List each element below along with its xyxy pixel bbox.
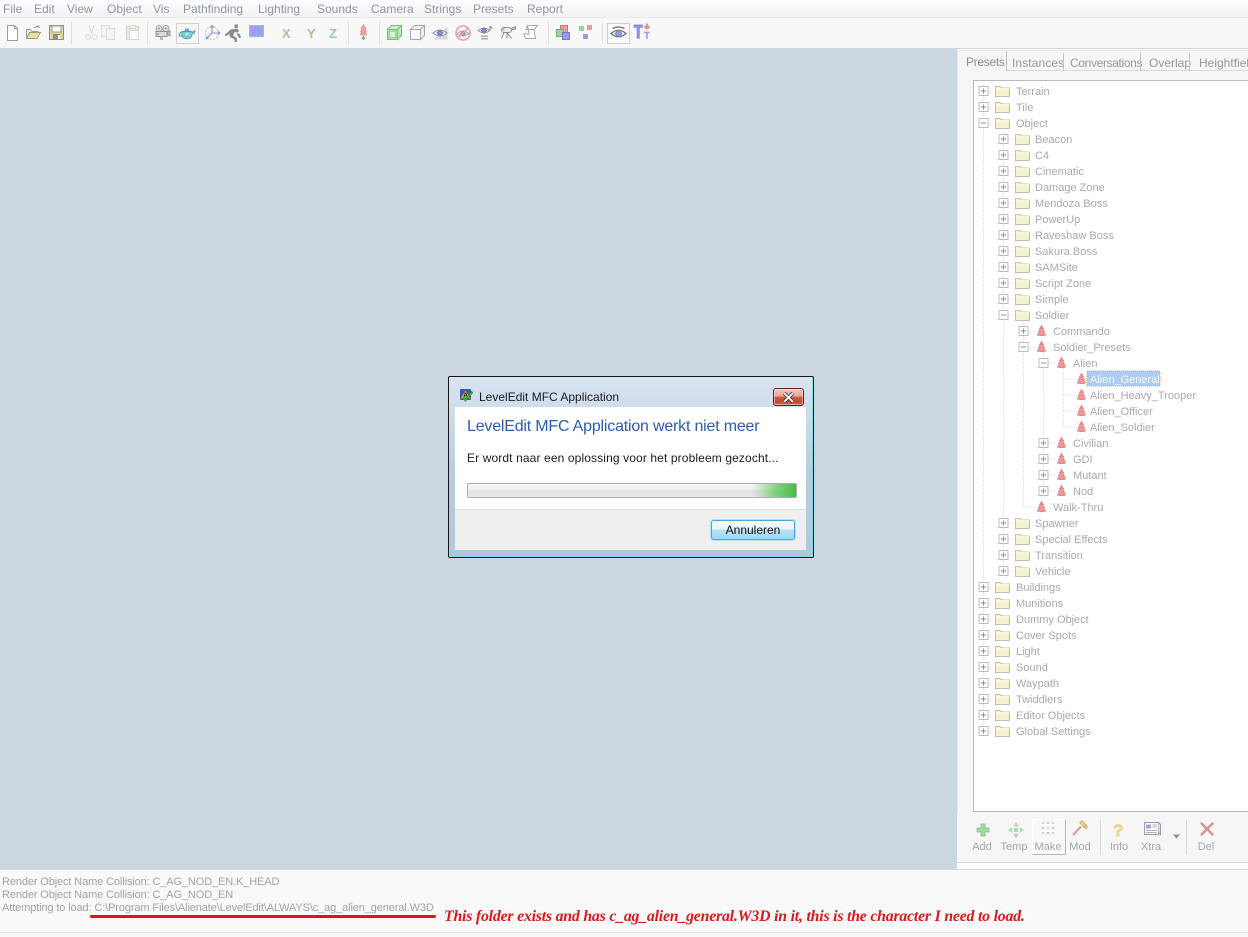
svg-text:Cover Spots: Cover Spots xyxy=(1016,630,1077,642)
svg-text:Alien_Officer: Alien_Officer xyxy=(1090,406,1153,418)
svg-text:Make: Make xyxy=(1035,841,1062,853)
svg-text:Walk-Thru: Walk-Thru xyxy=(1053,502,1103,514)
svg-text:Editor Objects: Editor Objects xyxy=(1016,710,1086,722)
svg-text:Dummy Object: Dummy Object xyxy=(1016,614,1089,626)
svg-text:Y: Y xyxy=(307,26,316,41)
svg-text:C4: C4 xyxy=(1035,150,1049,162)
svg-text:Tile: Tile xyxy=(1016,102,1033,114)
svg-text:Terrain: Terrain xyxy=(1016,86,1050,98)
svg-text:Del: Del xyxy=(1198,841,1215,853)
svg-text:Add: Add xyxy=(972,841,992,853)
svg-text:X: X xyxy=(282,26,291,41)
svg-text:Xtra: Xtra xyxy=(1141,841,1162,853)
svg-text:Spawner: Spawner xyxy=(1035,518,1079,530)
svg-text:GDI: GDI xyxy=(1073,454,1093,466)
svg-text:Cinematic: Cinematic xyxy=(1035,166,1084,178)
svg-text:Mutant: Mutant xyxy=(1073,470,1107,482)
svg-text:Object: Object xyxy=(1016,118,1048,130)
svg-text:Alien: Alien xyxy=(1073,358,1097,370)
svg-text:Vehicle: Vehicle xyxy=(1035,566,1070,578)
svg-text:Sound: Sound xyxy=(1016,662,1048,674)
svg-text:Buildings: Buildings xyxy=(1016,582,1061,594)
svg-text:Sakura Boss: Sakura Boss xyxy=(1035,246,1098,258)
svg-text:Alien_Soldier: Alien_Soldier xyxy=(1090,422,1155,434)
svg-text:Light: Light xyxy=(1016,646,1040,658)
svg-text:PowerUp: PowerUp xyxy=(1035,214,1080,226)
svg-text:?: ? xyxy=(1113,821,1123,840)
svg-text:Mod: Mod xyxy=(1069,841,1090,853)
svg-text:Waypath: Waypath xyxy=(1016,678,1059,690)
svg-text:Alien_Heavy_Trooper: Alien_Heavy_Trooper xyxy=(1090,390,1196,402)
svg-text:Temp: Temp xyxy=(1001,841,1028,853)
svg-text:Soldier: Soldier xyxy=(1035,310,1070,322)
svg-text:Civilian: Civilian xyxy=(1073,438,1108,450)
svg-text:Global Settings: Global Settings xyxy=(1016,726,1091,738)
svg-text:Raveshaw Boss: Raveshaw Boss xyxy=(1035,230,1114,242)
svg-text:Munitions: Munitions xyxy=(1016,598,1064,610)
svg-text:Commando: Commando xyxy=(1053,326,1110,338)
svg-text:Simple: Simple xyxy=(1035,294,1069,306)
svg-text:Alien_General: Alien_General xyxy=(1090,374,1160,386)
svg-text:Twiddlers: Twiddlers xyxy=(1016,694,1063,706)
svg-text:Z: Z xyxy=(329,26,337,41)
svg-text:Damage Zone: Damage Zone xyxy=(1035,182,1105,194)
svg-text:Beacon: Beacon xyxy=(1035,134,1072,146)
svg-text:Mendoza Boss: Mendoza Boss xyxy=(1035,198,1108,210)
svg-text:Soldier_Presets: Soldier_Presets xyxy=(1053,342,1131,354)
svg-text:Special Effects: Special Effects xyxy=(1035,534,1108,546)
svg-text:Info: Info xyxy=(1110,841,1128,853)
svg-text:SAMSite: SAMSite xyxy=(1035,262,1078,274)
svg-text:Transition: Transition xyxy=(1035,550,1083,562)
svg-text:Nod: Nod xyxy=(1073,486,1093,498)
svg-text:Script Zone: Script Zone xyxy=(1035,278,1091,290)
